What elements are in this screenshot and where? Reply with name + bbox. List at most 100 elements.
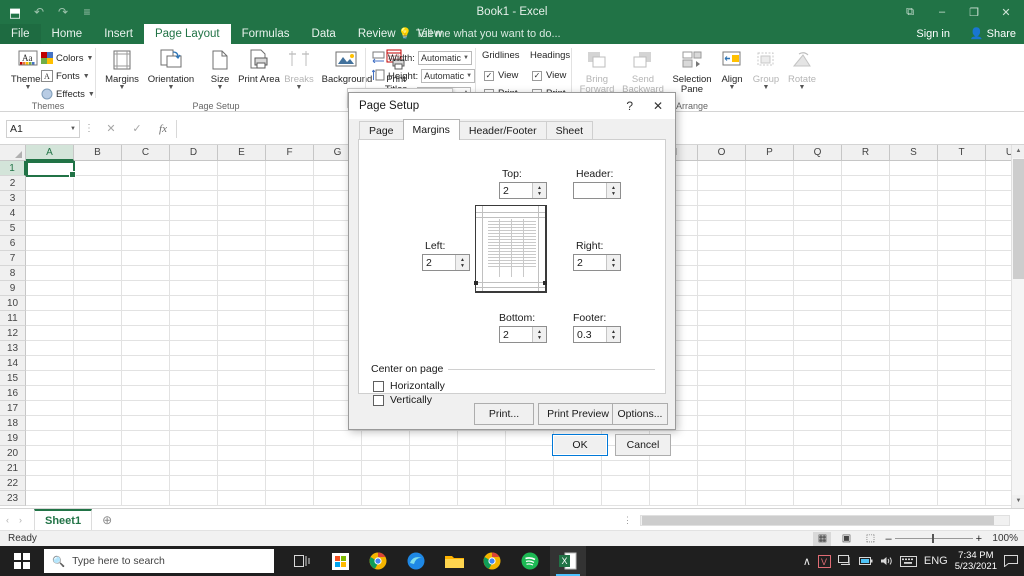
column-header-C[interactable]: C [122, 145, 170, 161]
cell-M23[interactable] [602, 491, 650, 506]
zoom-track[interactable] [894, 534, 973, 543]
row-header-23[interactable]: 23 [0, 491, 26, 506]
cell-S7[interactable] [890, 251, 938, 266]
cell-B9[interactable] [74, 281, 122, 296]
cell-S10[interactable] [890, 296, 938, 311]
cell-Q6[interactable] [794, 236, 842, 251]
column-header-Q[interactable]: Q [794, 145, 842, 161]
cell-B16[interactable] [74, 386, 122, 401]
cell-J20[interactable] [458, 446, 506, 461]
cell-A8[interactable] [26, 266, 74, 281]
cell-S12[interactable] [890, 326, 938, 341]
tab-data[interactable]: Data [301, 24, 347, 44]
edge-icon[interactable] [398, 546, 434, 576]
cell-S4[interactable] [890, 206, 938, 221]
clock[interactable]: 7:34 PM 5/23/2021 [955, 550, 997, 572]
cell-K22[interactable] [506, 476, 554, 491]
cell-R20[interactable] [842, 446, 890, 461]
align-button[interactable]: Align ▼ [716, 47, 748, 99]
row-header-13[interactable]: 13 [0, 341, 26, 356]
cell-S17[interactable] [890, 401, 938, 416]
zoom-in-button[interactable]: + [976, 533, 982, 545]
print-button[interactable]: Print... [474, 403, 534, 425]
cell-R3[interactable] [842, 191, 890, 206]
cell-F5[interactable] [266, 221, 314, 236]
cell-B6[interactable] [74, 236, 122, 251]
cell-E14[interactable] [218, 356, 266, 371]
column-header-D[interactable]: D [170, 145, 218, 161]
cell-E1[interactable] [218, 161, 266, 176]
insert-function-icon[interactable]: fx [150, 123, 176, 135]
column-header-S[interactable]: S [890, 145, 938, 161]
center-vertically-checkbox[interactable]: Vertically [373, 394, 432, 406]
taskbar-search-box[interactable]: 🔍 Type here to search [44, 549, 274, 573]
cell-D13[interactable] [170, 341, 218, 356]
cancel-button[interactable]: Cancel [615, 434, 671, 456]
cell-I23[interactable] [410, 491, 458, 506]
row-header-20[interactable]: 20 [0, 446, 26, 461]
cell-R1[interactable] [842, 161, 890, 176]
cell-R13[interactable] [842, 341, 890, 356]
cell-E4[interactable] [218, 206, 266, 221]
cell-O2[interactable] [698, 176, 746, 191]
cell-Q22[interactable] [794, 476, 842, 491]
close-button[interactable]: ✕ [990, 0, 1022, 24]
cell-C10[interactable] [122, 296, 170, 311]
tell-me-box[interactable]: 💡 Tell me what you want to do... [398, 24, 561, 44]
cell-A11[interactable] [26, 311, 74, 326]
cell-D16[interactable] [170, 386, 218, 401]
cell-S9[interactable] [890, 281, 938, 296]
action-center-icon[interactable] [1004, 555, 1018, 567]
bottom-margin-field[interactable]: 2 ▲ ▼ [499, 326, 547, 343]
task-view-icon[interactable] [284, 546, 320, 576]
cell-Q4[interactable] [794, 206, 842, 221]
cell-B10[interactable] [74, 296, 122, 311]
cell-A12[interactable] [26, 326, 74, 341]
row-header-17[interactable]: 17 [0, 401, 26, 416]
cell-Q5[interactable] [794, 221, 842, 236]
cell-O8[interactable] [698, 266, 746, 281]
cell-Q19[interactable] [794, 431, 842, 446]
left-margin-field[interactable]: 2 ▲ ▼ [422, 254, 470, 271]
cell-Q7[interactable] [794, 251, 842, 266]
cell-O13[interactable] [698, 341, 746, 356]
cell-I20[interactable] [410, 446, 458, 461]
cell-L23[interactable] [554, 491, 602, 506]
cell-M21[interactable] [602, 461, 650, 476]
cell-N21[interactable] [650, 461, 698, 476]
cell-Q18[interactable] [794, 416, 842, 431]
cell-S15[interactable] [890, 371, 938, 386]
cell-D4[interactable] [170, 206, 218, 221]
cell-D6[interactable] [170, 236, 218, 251]
cell-B5[interactable] [74, 221, 122, 236]
cell-E16[interactable] [218, 386, 266, 401]
tab-page-layout[interactable]: Page Layout [143, 24, 231, 44]
cell-P11[interactable] [746, 311, 794, 326]
tab-file[interactable]: File [0, 24, 41, 44]
cell-E20[interactable] [218, 446, 266, 461]
cell-F20[interactable] [266, 446, 314, 461]
cell-C1[interactable] [122, 161, 170, 176]
cell-C19[interactable] [122, 431, 170, 446]
cell-R2[interactable] [842, 176, 890, 191]
cell-Q16[interactable] [794, 386, 842, 401]
sheet-tab-sheet1[interactable]: Sheet1 [34, 509, 93, 530]
cell-T18[interactable] [938, 416, 986, 431]
vertical-scrollbar[interactable]: ▲ ▼ [1011, 145, 1024, 508]
cell-R10[interactable] [842, 296, 890, 311]
cell-E6[interactable] [218, 236, 266, 251]
cell-T22[interactable] [938, 476, 986, 491]
cell-L22[interactable] [554, 476, 602, 491]
cell-A2[interactable] [26, 176, 74, 191]
cell-I22[interactable] [410, 476, 458, 491]
cell-Q15[interactable] [794, 371, 842, 386]
cell-P12[interactable] [746, 326, 794, 341]
cell-T8[interactable] [938, 266, 986, 281]
cell-K23[interactable] [506, 491, 554, 506]
cell-E17[interactable] [218, 401, 266, 416]
cell-D7[interactable] [170, 251, 218, 266]
cell-D9[interactable] [170, 281, 218, 296]
cell-S13[interactable] [890, 341, 938, 356]
cell-P2[interactable] [746, 176, 794, 191]
cell-N22[interactable] [650, 476, 698, 491]
